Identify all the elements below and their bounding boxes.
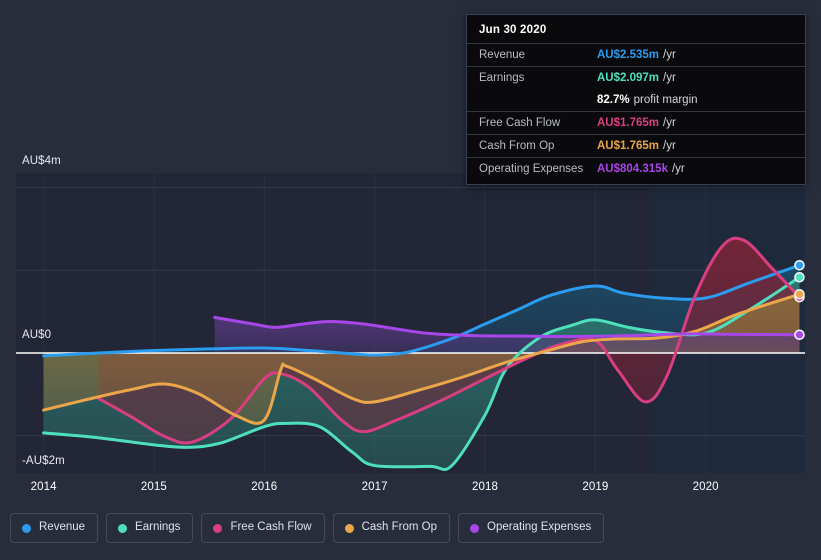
tooltip-row-unit: /yr [671,163,685,175]
tooltip-row: Free Cash Flow AU$1.765m/yr [467,111,805,134]
tooltip-row-unit: profit margin [633,94,698,106]
tooltip-row-value: AU$2.097m/yr [597,72,676,84]
tooltip-row: 82.7% profit margin [467,89,805,111]
tooltip-row-unit: /yr [663,72,676,84]
tooltip-row-unit: /yr [663,140,676,152]
legend-item-earnings[interactable]: Earnings [106,513,194,543]
legend-item-label: Operating Expenses [487,521,592,534]
tooltip-row-unit: /yr [663,117,676,129]
legend-item-label: Earnings [135,521,181,534]
legend-item-free-cash-flow[interactable]: Free Cash Flow [201,513,325,543]
legend-color-dot [118,523,128,533]
tooltip-row: Earnings AU$2.097m/yr [467,66,805,89]
tooltip-row-label: Earnings [479,72,525,84]
tooltip-row-unit: /yr [663,49,676,61]
legend-color-dot [213,523,223,533]
tooltip-row-amount: AU$1.765m [597,117,660,129]
tooltip-row-amount: AU$2.097m [597,72,660,84]
legend-item-revenue[interactable]: Revenue [10,513,99,543]
tooltip-rows: Revenue AU$2.535m/yr Earnings AU$2.097m/yr 8… [467,43,805,180]
tooltip-row-label: Revenue [479,49,526,61]
legend-color-dot [22,523,31,533]
tooltip-row-value: AU$1.765m/yr [597,140,676,152]
tooltip-row-value: AU$804.315k/yr [597,163,685,175]
tooltip-row-label: Free Cash Flow [479,117,561,129]
financial-chart-widget: AU$4m AU$0 -AU$2m 2014 2015 2016 2017 2018 20… [0,0,821,560]
legend-item-label: Revenue [39,521,86,534]
legend-color-dot [344,523,354,533]
tooltip-row-amount: AU$1.765m [597,140,660,152]
endpoint-earnings [794,271,805,283]
legend-item-label: Cash From Op [361,521,438,534]
tooltip-row-amount: 82.7% [597,94,630,106]
chart-legend: Revenue Earnings Free Cash Flow Cash From O… [10,513,605,543]
tooltip-row: Operating Expenses AU$804.315k/yr [467,157,805,180]
legend-item-cash-from-op[interactable]: Cash From Op [332,513,451,543]
endpoint-revenue [794,259,805,271]
tooltip-date: Jun 30 2020 [479,24,547,36]
endpoint-cash-from-op [794,288,805,300]
legend-item-operating-expenses[interactable]: Operating Expenses [458,513,605,543]
data-tooltip: Jun 30 2020 Revenue AU$2.535m/yr Earnings A… [466,14,806,185]
legend-color-dot [470,523,480,533]
tooltip-row-value: AU$1.765m/yr [597,117,676,129]
tooltip-row-label: Operating Expenses [479,163,584,175]
tooltip-row: Cash From Op AU$1.765m/yr [467,134,805,157]
legend-item-label: Free Cash Flow [230,521,312,534]
tooltip-row-label: Cash From Op [479,140,555,152]
tooltip-row-amount: AU$804.315k [597,163,668,175]
tooltip-row: Revenue AU$2.535m/yr [467,43,805,66]
tooltip-row-amount: AU$2.535m [597,49,660,61]
tooltip-row-value: AU$2.535m/yr [597,49,676,61]
tooltip-row-value: 82.7% profit margin [597,94,698,106]
endpoint-operating-expenses [794,329,805,341]
